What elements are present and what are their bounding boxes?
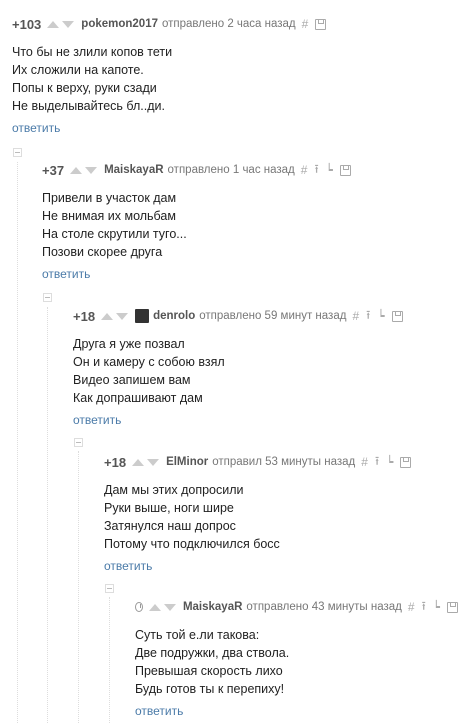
- comment-tools: # ⭱ ┕: [352, 306, 409, 327]
- comment-line: Друга я уже позвал: [73, 337, 185, 351]
- comment-line: Видео запишем вам: [73, 373, 191, 387]
- save-icon[interactable]: [400, 456, 412, 468]
- comment-header: +18 denrolo отправлено 59 минут назад # …: [73, 308, 462, 324]
- comment-line: Позови скорее друга: [42, 245, 163, 259]
- comment: MaiskayaR отправлено 43 минуты назад # ⭱…: [135, 599, 465, 718]
- comment-time[interactable]: отправлено 1 час назад: [168, 164, 295, 176]
- comment-header: +103 pokemon2017 отправлено 2 часа назад…: [12, 16, 462, 32]
- collapse-toggle[interactable]: [13, 148, 22, 157]
- comment: +18 ElMinor отправил 53 минуты назад # ⭱…: [104, 454, 462, 573]
- hash-icon[interactable]: #: [301, 163, 308, 177]
- comment-line: Он и камеру с собою взял: [73, 355, 225, 369]
- comment-line: Привели в участок дам: [42, 191, 177, 205]
- comment-body: Дам мы этих допросили Руки выше, ноги ши…: [104, 481, 462, 553]
- hash-icon[interactable]: #: [408, 600, 415, 614]
- vote-up-icon[interactable]: [132, 458, 145, 466]
- vote-down-icon[interactable]: [163, 603, 176, 611]
- comment-line: Не выделывайтесь бл..ди.: [12, 99, 165, 113]
- hash-icon[interactable]: #: [302, 17, 309, 31]
- thread-icon[interactable]: ┕: [326, 163, 333, 177]
- thread-icon[interactable]: ┕: [386, 455, 393, 469]
- comment-header: +18 ElMinor отправил 53 минуты назад # ⭱…: [104, 454, 462, 470]
- comment-line: Попы к верху, руки сзади: [12, 81, 157, 95]
- vote-down-icon[interactable]: [62, 20, 75, 28]
- comment-line: Суть той е.ли такова:: [135, 628, 260, 642]
- comment-body: Привели в участок дам Не внимая их мольб…: [42, 189, 462, 261]
- comment-line: Две подружки, два ствола.: [135, 646, 290, 660]
- comment-body: Что бы не злили копов тети Их сложили на…: [12, 43, 462, 115]
- parent-comment-icon[interactable]: ⭱: [422, 597, 426, 618]
- comment-time[interactable]: отправлено 59 минут назад: [199, 310, 346, 322]
- comment-author[interactable]: ElMinor: [166, 456, 208, 468]
- vote-up-icon[interactable]: [148, 603, 161, 611]
- collapse-toggle[interactable]: [74, 438, 83, 447]
- comment-rating: +18: [73, 308, 96, 324]
- thread-line: [17, 162, 19, 723]
- comment-line: Что бы не злили копов тети: [12, 45, 173, 59]
- avatar: [135, 309, 150, 323]
- comment-line: Руки выше, ноги шире: [104, 501, 234, 515]
- thread-line: [47, 307, 49, 723]
- comment-author[interactable]: MaiskayaR: [104, 164, 163, 176]
- comment-line: Потому что подключился босс: [104, 537, 280, 551]
- comment-rating: +18: [104, 454, 127, 470]
- vote-up-icon[interactable]: [70, 166, 83, 174]
- comment: +18 denrolo отправлено 59 минут назад # …: [73, 308, 462, 427]
- comment-header: +37 MaiskayaR отправлено 1 час назад # ⭱…: [42, 162, 462, 178]
- comment-line: Не внимая их мольбам: [42, 209, 176, 223]
- reply-link[interactable]: ответить: [73, 413, 462, 427]
- comment-time[interactable]: отправлено 2 часа назад: [162, 18, 296, 30]
- reply-link[interactable]: ответить: [42, 267, 462, 281]
- comment-line: Как допрашивают дам: [73, 391, 203, 405]
- comment-header: MaiskayaR отправлено 43 минуты назад # ⭱…: [135, 599, 465, 615]
- vote-down-icon[interactable]: [85, 166, 98, 174]
- vote-down-icon[interactable]: [116, 312, 129, 320]
- save-icon[interactable]: [391, 310, 403, 322]
- reply-link[interactable]: ответить: [104, 559, 462, 573]
- comment-line: Дам мы этих допросили: [104, 483, 244, 497]
- comment: +37 MaiskayaR отправлено 1 час назад # ⭱…: [42, 162, 462, 281]
- comment-line: На столе скрутили туго...: [42, 227, 187, 241]
- comment: +103 pokemon2017 отправлено 2 часа назад…: [12, 16, 462, 135]
- reply-link[interactable]: ответить: [12, 121, 462, 135]
- reply-link[interactable]: ответить: [135, 704, 465, 718]
- comment-line: Их сложили на капоте.: [12, 63, 144, 77]
- comment-line: Затянулся наш допрос: [104, 519, 236, 533]
- parent-comment-icon[interactable]: ⭱: [375, 452, 379, 473]
- comment-author[interactable]: pokemon2017: [81, 18, 158, 30]
- parent-comment-icon[interactable]: ⭱: [366, 306, 370, 327]
- collapse-toggle[interactable]: [43, 293, 52, 302]
- collapse-toggle[interactable]: [105, 584, 114, 593]
- comment-tools: #: [302, 17, 334, 31]
- parent-comment-icon[interactable]: ⭱: [314, 160, 318, 181]
- save-icon[interactable]: [339, 164, 351, 176]
- comment-time[interactable]: отправил 53 минуты назад: [212, 456, 355, 468]
- hash-icon[interactable]: #: [352, 309, 359, 323]
- comment-author[interactable]: denrolo: [153, 310, 195, 322]
- comment-tools: # ⭱ ┕: [301, 160, 358, 181]
- vote-down-icon[interactable]: [147, 458, 160, 466]
- comment-time[interactable]: отправлено 43 минуты назад: [246, 601, 401, 613]
- comment-line: Превышая скорость лихо: [135, 664, 283, 678]
- comment-line: Будь готов ты к перепиху!: [135, 682, 285, 696]
- vote-up-icon[interactable]: [47, 20, 60, 28]
- clock-icon: [135, 602, 143, 612]
- thread-icon[interactable]: ┕: [377, 309, 384, 323]
- comment-body: Суть той е.ли такова: Две подружки, два …: [135, 626, 465, 698]
- comment-tools: # ⭱ ┕: [361, 452, 418, 473]
- vote-up-icon[interactable]: [101, 312, 114, 320]
- comment-author[interactable]: MaiskayaR: [183, 601, 242, 613]
- thread-line: [78, 451, 80, 723]
- save-icon[interactable]: [447, 601, 458, 613]
- comment-tools: # ⭱ ┕: [408, 597, 465, 618]
- comment-body: Друга я уже позвал Он и камеру с собою в…: [73, 335, 462, 407]
- comment-rating: +103: [12, 16, 42, 32]
- hash-icon[interactable]: #: [361, 455, 368, 469]
- save-icon[interactable]: [315, 18, 327, 30]
- thread-line: [109, 597, 111, 723]
- thread-icon[interactable]: ┕: [433, 600, 440, 614]
- comment-rating: +37: [42, 162, 65, 178]
